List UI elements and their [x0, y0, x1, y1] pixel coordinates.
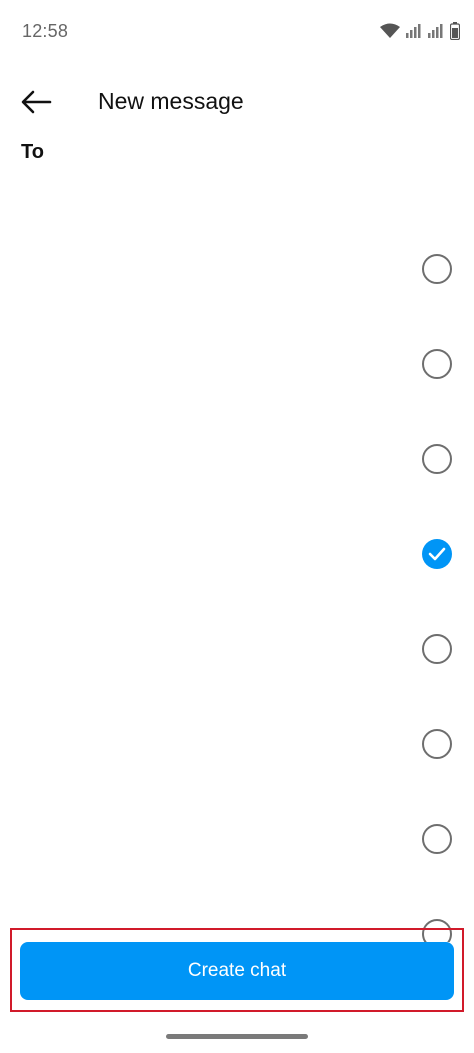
contact-row[interactable]	[0, 507, 474, 602]
contact-row[interactable]	[0, 697, 474, 792]
arrow-left-icon	[20, 90, 52, 119]
new-message-screen: 12:58 New message To Create chat	[0, 0, 474, 1053]
radio-unchecked-icon[interactable]	[422, 729, 452, 759]
contact-row[interactable]	[0, 412, 474, 507]
radio-unchecked-icon[interactable]	[422, 349, 452, 379]
contact-row[interactable]	[0, 602, 474, 697]
contact-list	[0, 222, 474, 942]
radio-unchecked-icon[interactable]	[422, 444, 452, 474]
header: New message	[0, 76, 474, 128]
page-title: New message	[98, 88, 244, 114]
back-button[interactable]	[12, 80, 60, 128]
radio-unchecked-icon[interactable]	[422, 634, 452, 664]
contact-row[interactable]	[0, 317, 474, 412]
contact-row[interactable]	[0, 792, 474, 887]
radio-unchecked-icon[interactable]	[422, 254, 452, 284]
status-bar: 12:58	[0, 0, 474, 64]
create-chat-button[interactable]: Create chat	[20, 942, 454, 1000]
wifi-icon	[380, 23, 400, 39]
signal-icon	[406, 24, 422, 38]
battery-icon	[450, 22, 460, 40]
contact-row[interactable]	[0, 222, 474, 317]
radio-unchecked-icon[interactable]	[422, 824, 452, 854]
recipient-search-input[interactable]	[58, 136, 452, 172]
status-icons	[380, 22, 460, 40]
to-label: To	[21, 141, 44, 163]
gesture-bar[interactable]	[166, 1034, 308, 1039]
radio-checked-icon[interactable]	[422, 539, 452, 569]
signal-icon	[428, 24, 444, 38]
status-time: 12:58	[22, 21, 69, 41]
